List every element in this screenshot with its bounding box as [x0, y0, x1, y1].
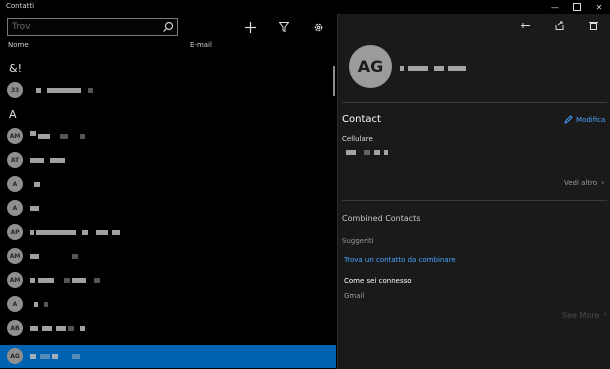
chevron-right-icon: › — [603, 310, 607, 320]
app-title: Contatti — [6, 2, 35, 10]
list-item[interactable]: AM — [0, 125, 336, 148]
avatar: AT — [7, 152, 23, 168]
settings-button[interactable] — [309, 18, 327, 36]
list-item[interactable]: A — [0, 197, 336, 220]
see-more-label: Vedi altro — [564, 178, 598, 187]
list-item[interactable]: A — [0, 173, 336, 196]
list-item[interactable]: AT — [0, 149, 336, 172]
maximize-button[interactable] — [566, 0, 588, 14]
phone-label: Cellulare — [342, 135, 373, 143]
section-header-a[interactable]: A — [9, 108, 17, 121]
divider — [342, 200, 607, 201]
avatar: 33 — [7, 82, 23, 98]
edit-label: Modifica — [576, 115, 606, 124]
avatar: AP — [7, 224, 23, 240]
list-item[interactable]: 33 — [0, 79, 336, 102]
column-header-name[interactable]: Nome — [8, 41, 29, 49]
list-item[interactable]: A — [0, 293, 336, 316]
maximize-icon — [573, 3, 581, 11]
search-icon[interactable] — [162, 21, 174, 33]
find-contact-link[interactable]: Trova un contatto da combinare — [344, 256, 456, 264]
avatar: AB — [7, 320, 23, 336]
column-header-email[interactable]: E-mail — [190, 41, 212, 49]
filter-icon — [279, 22, 289, 32]
title-bar: Contatti — ✕ — [0, 0, 610, 14]
divider — [342, 102, 607, 103]
minimize-button[interactable]: — — [544, 0, 566, 14]
gear-icon — [314, 23, 322, 31]
filter-button[interactable] — [275, 18, 293, 36]
contact-detail-pane: AG Contact Modifica Cellulare Vedi altro… — [337, 14, 610, 369]
list-item[interactable]: AB — [0, 317, 336, 340]
add-contact-button[interactable] — [241, 18, 259, 36]
share-button[interactable] — [552, 18, 566, 32]
connected-label: Come sei connesso — [344, 277, 412, 285]
minimize-icon: — — [551, 2, 559, 12]
search-box[interactable]: Trov — [7, 18, 178, 36]
pin-icon — [520, 22, 530, 28]
avatar: AM — [7, 128, 23, 144]
avatar: A — [7, 200, 23, 216]
close-button[interactable]: ✕ — [588, 0, 610, 14]
share-icon — [555, 21, 563, 30]
list-item[interactable]: AM — [0, 245, 336, 268]
avatar: AG — [7, 348, 23, 364]
suggestions-label: Suggeriti — [342, 237, 374, 245]
avatar: A — [7, 176, 23, 192]
search-input[interactable]: Trov — [12, 22, 31, 32]
see-more-label: See More — [562, 310, 600, 320]
delete-button[interactable] — [586, 18, 600, 32]
list-item[interactable]: AP — [0, 221, 336, 244]
avatar: AM — [7, 248, 23, 264]
section-header-symbols[interactable]: &! — [9, 62, 22, 75]
avatar: A — [7, 296, 23, 312]
connected-source: Gmail — [344, 292, 365, 300]
plus-icon — [244, 21, 256, 33]
list-item-selected[interactable]: AG — [0, 345, 336, 368]
see-more-contact-button[interactable]: Vedi altro › — [564, 178, 604, 187]
chevron-right-icon: › — [601, 178, 605, 187]
trash-icon — [588, 21, 598, 30]
contact-list-pane: Trov Nome E-mail &! 33 A AM AT A A AP AM… — [0, 14, 336, 369]
pencil-icon — [564, 115, 573, 124]
pin-button[interactable] — [518, 18, 532, 32]
see-more-connections-button[interactable]: See More › — [562, 310, 607, 320]
contact-heading: Contact — [342, 114, 381, 125]
combined-contacts-heading: Combined Contacts — [342, 214, 421, 223]
edit-button[interactable]: Modifica — [564, 115, 605, 124]
close-icon: ✕ — [595, 2, 603, 12]
avatar: AM — [7, 272, 23, 288]
contact-avatar: AG — [349, 45, 392, 88]
list-item[interactable]: AM — [0, 269, 336, 292]
